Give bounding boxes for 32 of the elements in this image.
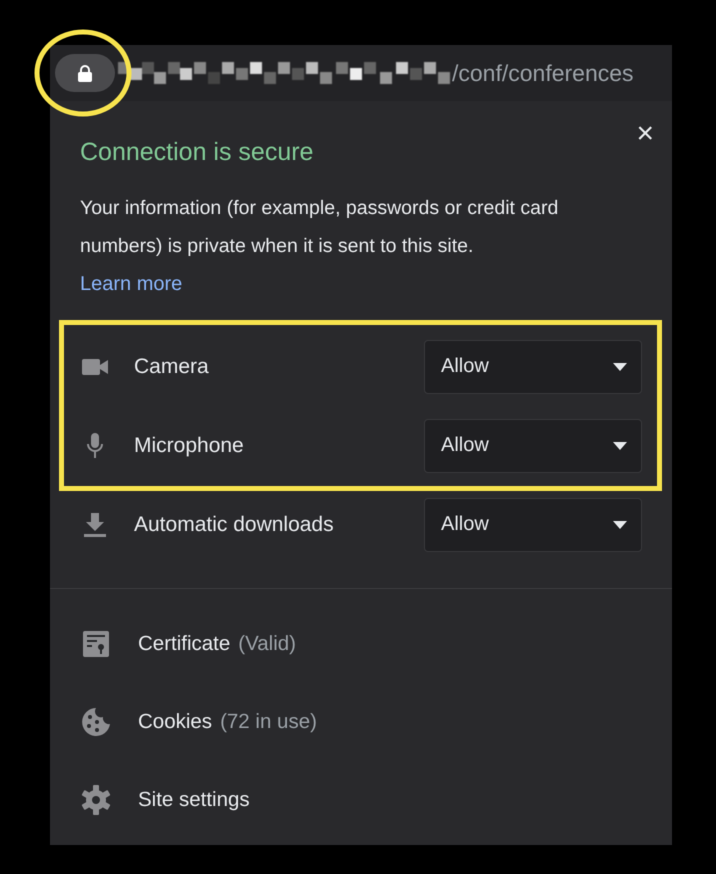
item-detail: (72 in use) bbox=[220, 710, 317, 734]
security-description: Your information (for example, passwords or credit card numbers) is private when it is sent to this site. bbox=[80, 196, 560, 259]
item-label: Cookies bbox=[138, 710, 212, 734]
address-bar[interactable]: /conf/conferences bbox=[50, 45, 672, 101]
site-info-item[interactable]: Site settings bbox=[50, 761, 672, 839]
url-text: /conf/conferences bbox=[452, 60, 634, 86]
permission-label: Microphone bbox=[134, 434, 245, 458]
settings-icon bbox=[81, 785, 111, 815]
lock-button[interactable] bbox=[55, 54, 115, 92]
item-label: Site settings bbox=[138, 788, 250, 812]
item-detail: (Valid) bbox=[238, 632, 296, 656]
cookie-icon bbox=[81, 707, 111, 737]
permission-dropdown[interactable]: Allow bbox=[424, 340, 642, 394]
permission-dropdown[interactable]: Allow bbox=[424, 418, 642, 472]
dropdown-value: Allow bbox=[441, 355, 489, 378]
lock-icon bbox=[78, 64, 92, 82]
camera-icon bbox=[80, 358, 110, 376]
permission-label: Automatic downloads bbox=[134, 512, 335, 536]
item-label: Certificate bbox=[138, 632, 230, 656]
caret-icon bbox=[613, 442, 627, 450]
dropdown-value: Allow bbox=[441, 434, 489, 457]
caret-icon bbox=[613, 362, 627, 370]
site-info-item[interactable]: Certificate (Valid) bbox=[50, 605, 672, 683]
dropdown-value: Allow bbox=[441, 513, 489, 536]
permission-dropdown[interactable]: Allow bbox=[424, 498, 642, 552]
popup-title: Connection is secure bbox=[80, 138, 314, 167]
certificate-icon bbox=[81, 631, 111, 657]
learn-more-link[interactable]: Learn more bbox=[80, 265, 182, 303]
caret-icon bbox=[613, 520, 627, 528]
permission-label: Camera bbox=[134, 354, 210, 378]
close-button[interactable]: × bbox=[632, 119, 658, 149]
site-info-item[interactable]: Cookies (72 in use) bbox=[50, 683, 672, 761]
